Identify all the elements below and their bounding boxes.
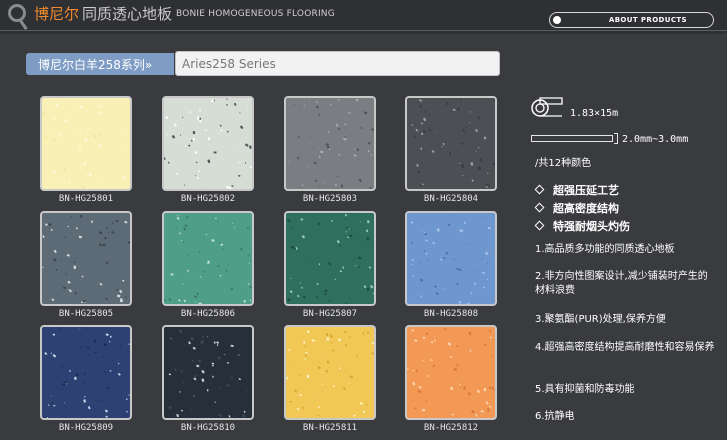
swatch-code: BN-HG25808 (423, 309, 479, 319)
feature-label: 特强耐烟头灼伤 (553, 220, 630, 233)
double-arrow-icon: » (144, 58, 153, 72)
brand-english: BONIE HOMOGENEOUS FLOORING (176, 9, 335, 19)
flooring-swatch[interactable] (40, 325, 132, 420)
brand-subtitle: 同质透心地板 (82, 5, 173, 23)
brand-name: 博尼尔 (34, 5, 80, 23)
feature-label: 超高密度结构 (553, 202, 619, 215)
swatch-code: BN-HG25806 (180, 309, 236, 319)
thickness-value: 2.0mm~3.0mm (622, 134, 689, 145)
about-products-button[interactable]: ABOUT PRODUCTS (549, 12, 714, 28)
swatch-code: BN-HG25802 (180, 194, 236, 204)
flooring-swatch[interactable] (405, 211, 497, 306)
swatch-code: BN-HG25801 (58, 194, 114, 204)
flooring-swatch[interactable] (162, 325, 254, 420)
diamond-icon (534, 220, 545, 231)
flooring-swatch[interactable] (284, 325, 376, 420)
feature-item: 特强耐烟头灼伤 (534, 218, 630, 234)
feature-point: 2.非方向性图案设计,减少铺装时产生的材料浪费 (535, 271, 708, 296)
feature-point: 6.抗静电 (535, 411, 575, 422)
feature-point: 3.聚氨酯(PUR)处理,保养方便 (535, 314, 666, 325)
swatch-code: BN-HG25810 (180, 423, 236, 433)
swatch-code: BN-HG25803 (302, 194, 358, 204)
diamond-icon (534, 184, 545, 195)
color-count: /共12种颜色 (535, 158, 592, 169)
feature-item: 超高密度结构 (534, 200, 619, 216)
flooring-swatch[interactable] (162, 96, 254, 191)
feature-point: 5.具有抑菌和防毒功能 (535, 384, 635, 395)
swatch-code: BN-HG25811 (302, 423, 358, 433)
search-logo-handle (19, 20, 28, 30)
roll-size: 1.83×15m (570, 108, 619, 119)
flooring-swatch[interactable] (405, 325, 497, 420)
bullet-icon (553, 16, 561, 24)
flooring-swatch[interactable] (40, 96, 132, 191)
series-tag-label: 博尼尔白羊258系列 (38, 58, 145, 72)
swatch-code: BN-HG25809 (58, 423, 114, 433)
feature-point: 4.超强高密度结构提高耐磨性和容易保养 (535, 342, 715, 353)
top-header: 博尼尔 同质透心地板 BONIE HOMOGENEOUS FLOORING AB… (0, 0, 727, 34)
flooring-swatch[interactable] (405, 96, 497, 191)
feature-item: 超强压延工艺 (534, 182, 619, 198)
swatch-code: BN-HG25804 (423, 194, 479, 204)
swatch-code: BN-HG25812 (423, 423, 479, 433)
flooring-swatch[interactable] (284, 211, 376, 306)
thickness-icon (531, 135, 613, 142)
search-logo-icon (8, 4, 26, 22)
series-tag-button[interactable]: 博尼尔白羊258系列» (26, 53, 174, 75)
flooring-swatch[interactable] (40, 211, 132, 306)
feature-label: 超强压延工艺 (553, 184, 619, 197)
series-title-field[interactable]: Aries258 Series (175, 51, 500, 76)
swatch-code: BN-HG25805 (58, 309, 114, 319)
flooring-swatch[interactable] (284, 96, 376, 191)
swatch-code: BN-HG25807 (302, 309, 358, 319)
diamond-icon (534, 202, 545, 213)
roll-icon (531, 97, 563, 117)
flooring-swatch[interactable] (162, 211, 254, 306)
thickness-bracket (614, 133, 618, 144)
feature-point: 1.高品质多功能的同质透心地板 (535, 244, 675, 255)
header-divider (0, 30, 727, 31)
